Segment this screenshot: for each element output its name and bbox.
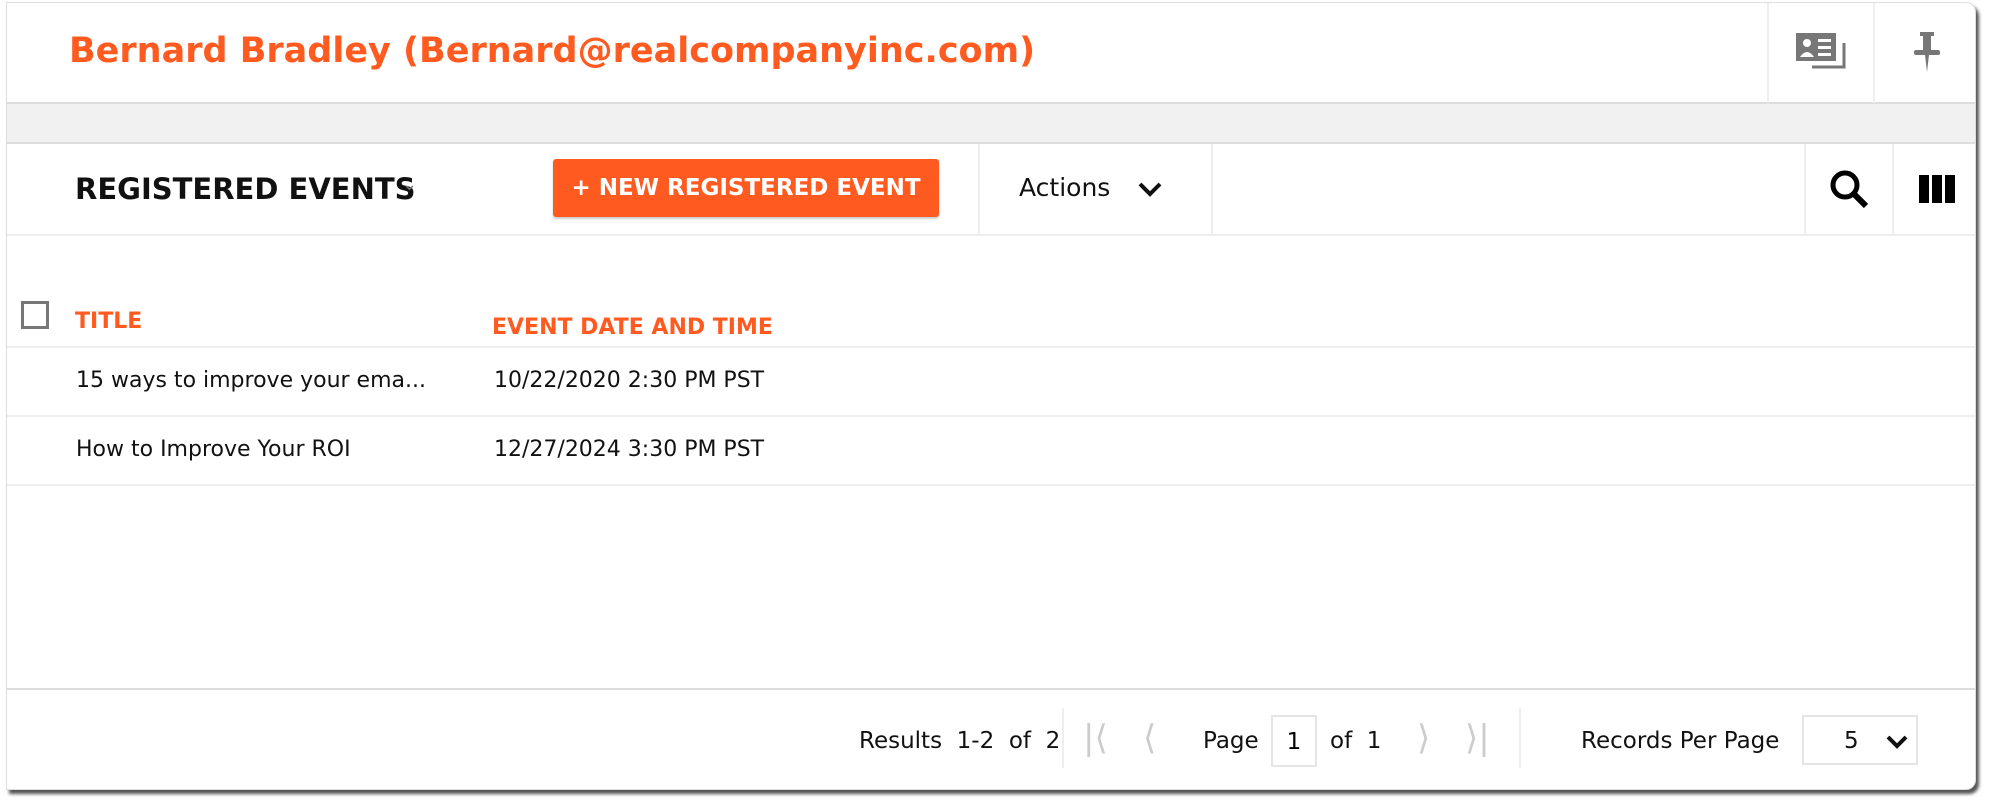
pagination-footer: Results 1-2 of 2 |⟨ ⟨ Page 1 of 1 ⟩ ⟩| R…: [7, 688, 1975, 791]
event-title[interactable]: How to Improve Your ROI: [76, 437, 351, 462]
records-per-page-value: 5: [1844, 728, 1859, 754]
results-count: Results 1-2 of 2: [859, 728, 1061, 754]
next-page-icon[interactable]: ⟩: [1417, 718, 1430, 758]
divider: [1892, 144, 1894, 234]
contact-card-icon: [1796, 33, 1846, 69]
contact-name: Bernard Bradley (Bernard@realcompanyinc.…: [69, 31, 1036, 71]
chevron-down-icon[interactable]: [1137, 180, 1163, 200]
divider: [978, 144, 980, 234]
divider: [7, 484, 1975, 486]
column-header-title[interactable]: TITLE: [75, 309, 142, 334]
event-title[interactable]: 15 ways to improve your ema...: [76, 368, 426, 393]
page-input[interactable]: 1: [1271, 715, 1317, 767]
contact-panel: Bernard Bradley (Bernard@realcompanyinc.…: [6, 2, 1976, 790]
event-date: 10/22/2020 2:30 PM PST: [494, 368, 765, 393]
first-page-icon[interactable]: |⟨: [1083, 718, 1108, 758]
previous-page-icon[interactable]: ⟨: [1143, 718, 1156, 758]
chevron-down-icon[interactable]: ⌄: [402, 174, 417, 195]
last-page-icon[interactable]: ⟩|: [1465, 718, 1490, 758]
contact-card-button[interactable]: [1767, 3, 1873, 103]
list-title[interactable]: REGISTERED EVENTS: [75, 172, 416, 206]
chevron-down-icon: [1886, 735, 1908, 749]
page-total: of 1: [1330, 728, 1382, 754]
divider: [1804, 144, 1806, 234]
separator-band: [7, 104, 1975, 144]
select-all-checkbox[interactable]: [21, 301, 49, 329]
records-per-page-select[interactable]: 5: [1802, 715, 1918, 765]
records-per-page-label: Records Per Page: [1581, 728, 1780, 754]
column-header-event-date[interactable]: EVENT DATE AND TIME: [492, 315, 773, 340]
table-row[interactable]: 15 ways to improve your ema... 10/22/202…: [7, 346, 1975, 415]
page-label: Page: [1203, 728, 1259, 754]
table-row[interactable]: How to Improve Your ROI 12/27/2024 3:30 …: [7, 415, 1975, 484]
new-registered-event-button[interactable]: + NEW REGISTERED EVENT: [553, 159, 939, 217]
divider: [1519, 708, 1521, 768]
divider: [1062, 708, 1064, 768]
pin-button[interactable]: [1873, 3, 1979, 103]
search-icon[interactable]: [1829, 169, 1871, 211]
panel-header: Bernard Bradley (Bernard@realcompanyinc.…: [7, 3, 1975, 104]
divider: [1211, 144, 1213, 234]
actions-menu[interactable]: Actions: [1019, 173, 1110, 202]
columns-icon[interactable]: [1919, 175, 1955, 203]
event-date: 12/27/2024 3:30 PM PST: [494, 437, 765, 462]
pin-icon: [1914, 32, 1940, 72]
list-toolbar: REGISTERED EVENTS ⌄ + NEW REGISTERED EVE…: [7, 144, 1975, 236]
